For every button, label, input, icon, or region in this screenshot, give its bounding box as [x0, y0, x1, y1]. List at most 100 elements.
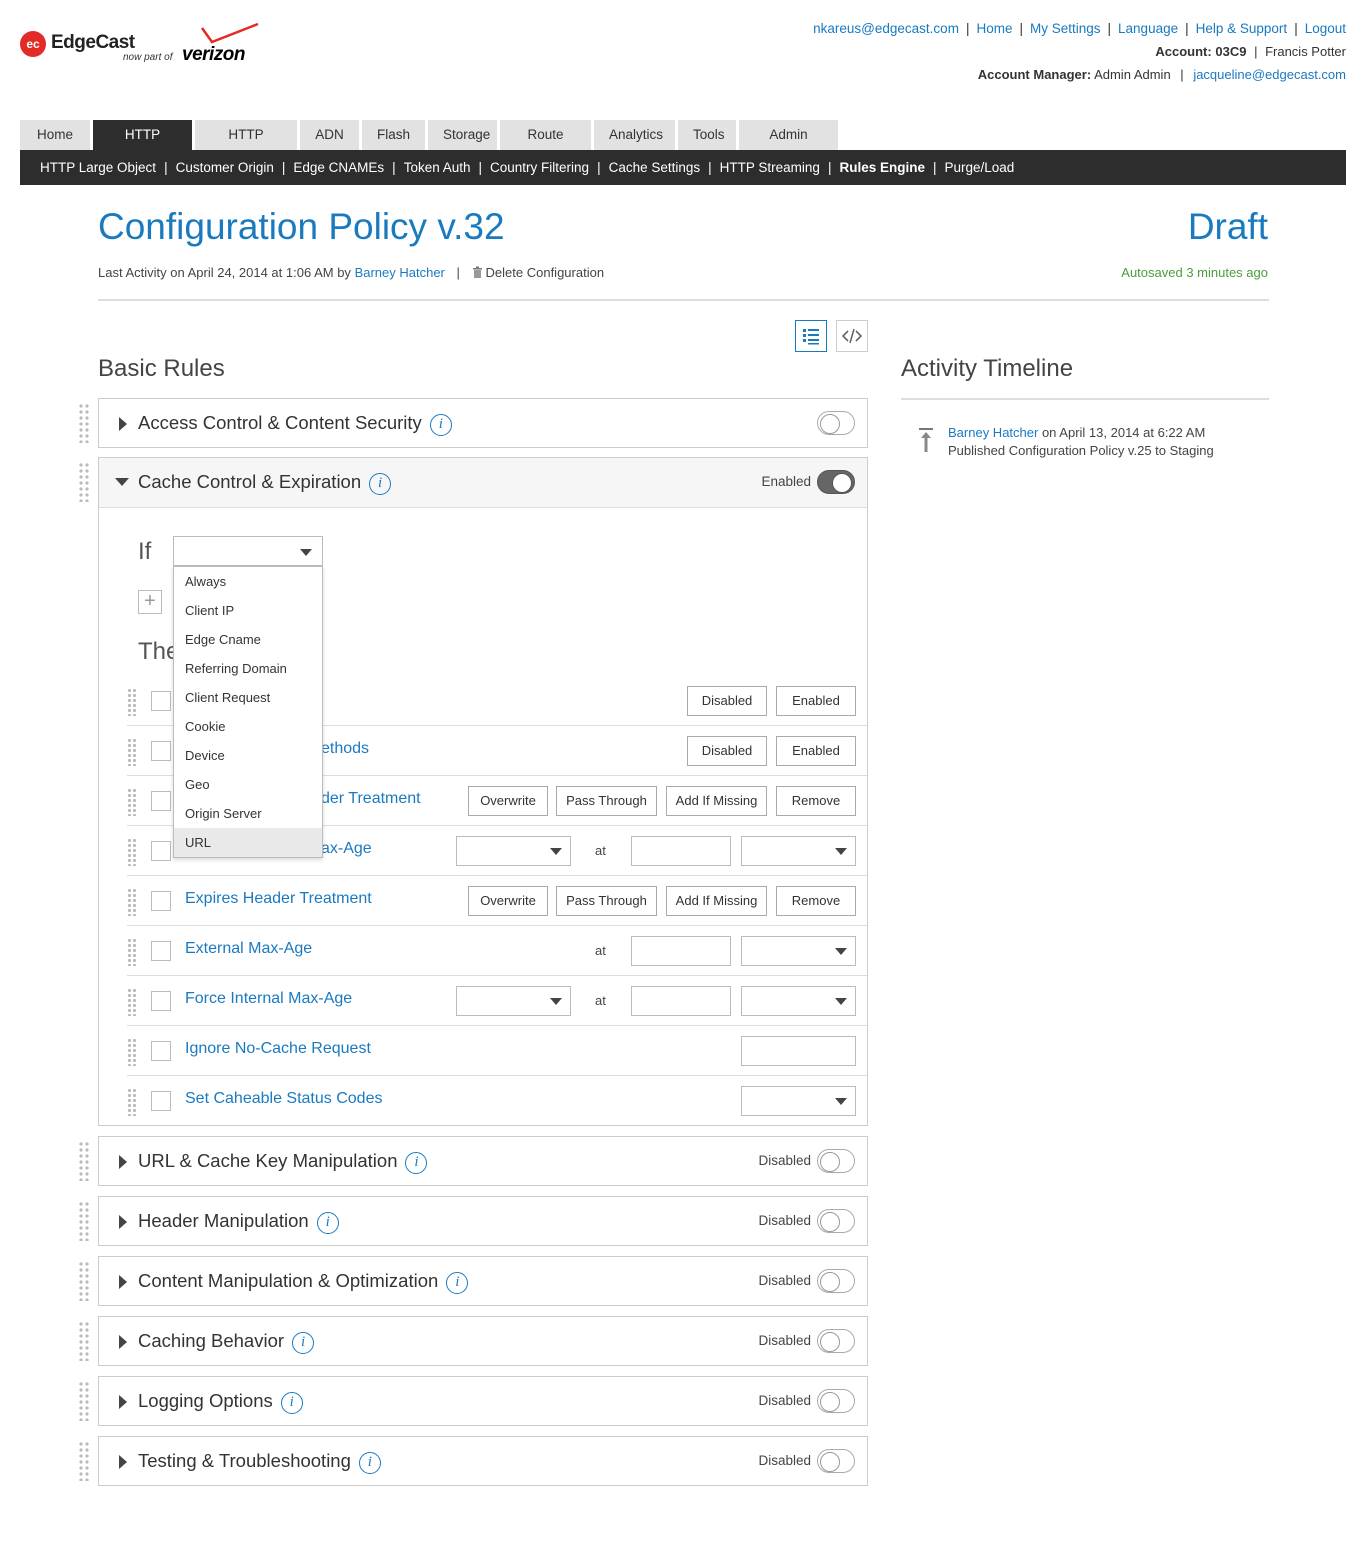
- drag-handle[interactable]: [78, 1381, 90, 1421]
- section-toggle[interactable]: [817, 470, 855, 494]
- if-condition-select[interactable]: [173, 536, 323, 566]
- drag-handle[interactable]: [78, 1441, 90, 1481]
- code-view-button[interactable]: [836, 320, 868, 352]
- tab-storage[interactable]: Storage: [428, 120, 497, 150]
- disabled-button[interactable]: Disabled: [687, 686, 767, 716]
- drag-handle[interactable]: [127, 988, 137, 1016]
- info-icon[interactable]: i: [369, 473, 392, 495]
- drag-handle[interactable]: [127, 1038, 137, 1066]
- delete-configuration-button[interactable]: Delete Configuration: [472, 265, 604, 280]
- tab-tools[interactable]: Tools: [678, 120, 736, 150]
- list-view-button[interactable]: [795, 320, 827, 352]
- expand-arrow-icon[interactable]: [119, 1395, 127, 1409]
- section-header[interactable]: Cache Control & Expiration i Enabled: [99, 458, 867, 507]
- drag-handle[interactable]: [78, 1201, 90, 1241]
- unit-select[interactable]: [741, 986, 856, 1016]
- value-input[interactable]: [631, 836, 731, 866]
- rule-checkbox[interactable]: [151, 991, 171, 1011]
- last-user-link[interactable]: Barney Hatcher: [355, 265, 445, 280]
- drag-handle[interactable]: [127, 738, 137, 766]
- edgecast-logo[interactable]: ec EdgeCast now part of verizon: [20, 22, 260, 68]
- subnav-http-streaming[interactable]: HTTP Streaming: [720, 160, 820, 175]
- option-device[interactable]: Device: [174, 741, 322, 770]
- tab-route-dns[interactable]: Route DNS: [500, 120, 591, 172]
- section-header[interactable]: Caching Behavior i Disabled: [99, 1317, 867, 1365]
- option-referring-domain[interactable]: Referring Domain: [174, 654, 322, 683]
- tab-adn[interactable]: ADN: [300, 120, 359, 150]
- option-cookie[interactable]: Cookie: [174, 712, 322, 741]
- value-input[interactable]: [631, 936, 731, 966]
- rule-label[interactable]: Force Internal Max-Age: [185, 990, 352, 1008]
- user-email-link[interactable]: nkareus@edgecast.com: [813, 21, 959, 36]
- language-link[interactable]: Language: [1118, 21, 1178, 36]
- subnav-country-filtering[interactable]: Country Filtering: [490, 160, 589, 175]
- tab-admin[interactable]: Admin: [739, 120, 838, 150]
- help-support-link[interactable]: Help & Support: [1196, 21, 1288, 36]
- rule-checkbox[interactable]: [151, 891, 171, 911]
- section-header[interactable]: Header Manipulation i Disabled: [99, 1197, 867, 1245]
- rule-checkbox[interactable]: [151, 841, 171, 861]
- section-header[interactable]: Content Manipulation & Optimization i Dis…: [99, 1257, 867, 1305]
- option-always[interactable]: Always: [174, 567, 322, 596]
- subnav-cache-settings[interactable]: Cache Settings: [609, 160, 701, 175]
- info-icon[interactable]: i: [446, 1272, 469, 1294]
- subnav-rules-engine[interactable]: Rules Engine: [839, 160, 925, 175]
- remove-button[interactable]: Remove: [776, 786, 856, 816]
- option-origin-server[interactable]: Origin Server: [174, 799, 322, 828]
- section-header[interactable]: Logging Options i Disabled: [99, 1377, 867, 1425]
- section-toggle[interactable]: [817, 1389, 855, 1413]
- rule-checkbox[interactable]: [151, 1041, 171, 1061]
- value-input[interactable]: [741, 1036, 856, 1066]
- expand-arrow-icon[interactable]: [119, 417, 127, 431]
- section-toggle[interactable]: [817, 1449, 855, 1473]
- section-toggle[interactable]: [817, 1329, 855, 1353]
- option-edge-cname[interactable]: Edge Cname: [174, 625, 322, 654]
- rule-label[interactable]: der Treatment: [321, 790, 421, 808]
- option-geo[interactable]: Geo: [174, 770, 322, 799]
- rule-checkbox[interactable]: [151, 941, 171, 961]
- pass-through-button[interactable]: Pass Through: [556, 786, 657, 816]
- section-header[interactable]: Access Control & Content Security i: [99, 399, 867, 447]
- rule-label[interactable]: Ignore No-Cache Request: [185, 1040, 371, 1058]
- info-icon[interactable]: i: [405, 1152, 428, 1174]
- logout-link[interactable]: Logout: [1305, 21, 1346, 36]
- info-icon[interactable]: i: [429, 414, 452, 436]
- rule-label[interactable]: External Max-Age: [185, 940, 312, 958]
- enabled-button[interactable]: Enabled: [776, 686, 856, 716]
- drag-handle[interactable]: [78, 1261, 90, 1301]
- tab-home[interactable]: Home: [20, 120, 90, 150]
- overwrite-button[interactable]: Overwrite: [468, 886, 548, 916]
- drag-handle[interactable]: [127, 938, 137, 966]
- overwrite-button[interactable]: Overwrite: [468, 786, 548, 816]
- add-if-missing-button[interactable]: Add If Missing: [666, 886, 767, 916]
- section-toggle[interactable]: [817, 411, 855, 435]
- manager-email-link[interactable]: jacqueline@edgecast.com: [1193, 67, 1346, 82]
- status-codes-select[interactable]: [741, 1086, 856, 1116]
- disabled-button[interactable]: Disabled: [687, 736, 767, 766]
- section-toggle[interactable]: [817, 1269, 855, 1293]
- info-icon[interactable]: i: [292, 1332, 315, 1354]
- subnav-purge-load[interactable]: Purge/Load: [944, 160, 1014, 175]
- drag-handle[interactable]: [78, 1321, 90, 1361]
- section-header[interactable]: URL & Cache Key Manipulation i Disabled: [99, 1137, 867, 1185]
- tab-http-large[interactable]: HTTP Large: [93, 120, 192, 172]
- drag-handle[interactable]: [127, 1088, 137, 1116]
- tab-flash[interactable]: Flash: [362, 120, 425, 150]
- subnav-token-auth[interactable]: Token Auth: [404, 160, 471, 175]
- option-client-ip[interactable]: Client IP: [174, 596, 322, 625]
- rule-label[interactable]: Set Caheable Status Codes: [185, 1090, 382, 1108]
- duration-select[interactable]: [456, 986, 571, 1016]
- drag-handle[interactable]: [78, 403, 90, 443]
- rule-checkbox[interactable]: [151, 791, 171, 811]
- value-input[interactable]: [631, 986, 731, 1016]
- drag-handle[interactable]: [78, 462, 90, 502]
- drag-handle[interactable]: [127, 688, 137, 716]
- expand-arrow-icon[interactable]: [119, 1335, 127, 1349]
- add-if-missing-button[interactable]: Add If Missing: [666, 786, 767, 816]
- rule-label[interactable]: ethods: [321, 740, 369, 758]
- subnav-http-large-object[interactable]: HTTP Large Object: [40, 160, 156, 175]
- expand-arrow-icon[interactable]: [119, 1155, 127, 1169]
- rule-checkbox[interactable]: [151, 741, 171, 761]
- info-icon[interactable]: i: [280, 1392, 303, 1414]
- subnav-edge-cnames[interactable]: Edge CNAMEs: [293, 160, 384, 175]
